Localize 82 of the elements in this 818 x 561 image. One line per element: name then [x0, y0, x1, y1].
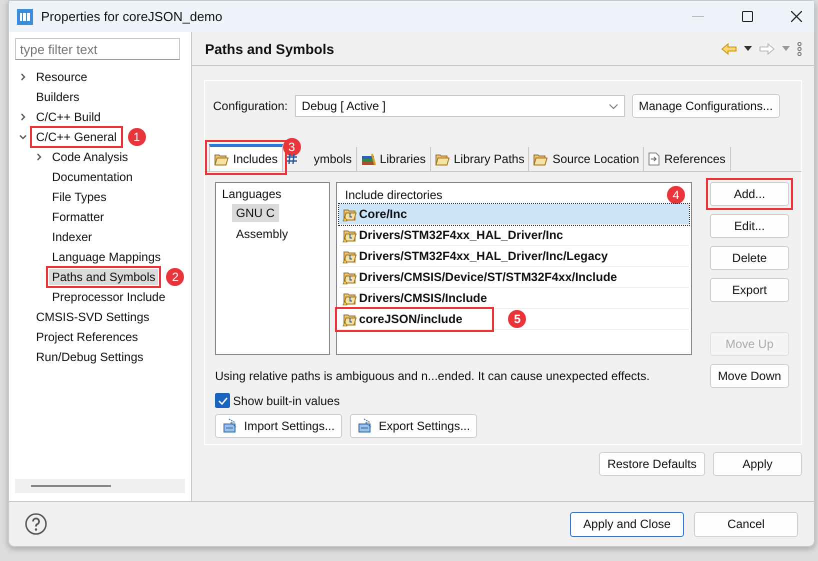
- include-row[interactable]: Drivers/STM32F4xx_HAL_Driver/Inc/Legacy: [339, 246, 689, 267]
- page-button[interactable]: Apply: [713, 452, 802, 476]
- page-title: Paths and Symbols: [205, 40, 334, 56]
- books-icon: [360, 152, 376, 166]
- dialog-button[interactable]: Apply and Close: [570, 512, 684, 536]
- list-action-button[interactable]: Add...: [710, 182, 789, 206]
- tree-item[interactable]: Resource: [33, 69, 90, 85]
- hash-icon: [286, 153, 297, 165]
- chevron-down-icon: [608, 104, 618, 108]
- scrollbar[interactable]: [15, 479, 185, 493]
- include-row[interactable]: Drivers/CMSIS/Include: [339, 288, 689, 309]
- include-row[interactable]: coreJSON/include 5: [339, 309, 689, 330]
- language-item[interactable]: GNU C: [232, 204, 279, 222]
- import-settings-button[interactable]: Import Settings...: [215, 414, 342, 438]
- tree-item[interactable]: Formatter: [49, 209, 108, 225]
- callout-badge: 5: [508, 310, 526, 328]
- checkbox-label: Show built-in values: [233, 394, 340, 408]
- include-folder-icon: [341, 206, 357, 222]
- include-path: Drivers/CMSIS/Include: [359, 291, 488, 305]
- configuration-dropdown[interactable]: Debug [ Active ]: [294, 95, 625, 117]
- include-folder-icon: [341, 248, 357, 264]
- page-button[interactable]: Restore Defaults: [599, 452, 705, 476]
- tree-item[interactable]: Documentation: [49, 169, 136, 185]
- manage-configurations-button[interactable]: Manage Configurations...: [632, 94, 780, 118]
- list-heading: Languages: [222, 187, 282, 201]
- tab[interactable]: Includes: [209, 144, 283, 171]
- include-path: Core/Inc: [359, 207, 408, 221]
- warning-text: Using relative paths is ambiguous and n...ended. It can cause unexpected effects.: [215, 369, 650, 383]
- list-action-button[interactable]: Delete: [710, 246, 789, 270]
- callout-badge: 2: [166, 268, 184, 286]
- include-folder-icon: [341, 312, 357, 326]
- dropdown-caret-icon[interactable]: [744, 46, 752, 51]
- tree-item[interactable]: CMSIS-SVD Settings: [33, 309, 152, 325]
- app-icon: [17, 8, 33, 24]
- help-icon[interactable]: [25, 513, 47, 535]
- include-folder-icon: [341, 228, 357, 242]
- include-path: Drivers/STM32F4xx_HAL_Driver/Inc/Legacy: [359, 249, 608, 263]
- tree-item[interactable]: C/C++ General: [33, 129, 120, 145]
- language-item[interactable]: Assembly: [232, 225, 292, 243]
- folder-icon: [214, 152, 229, 166]
- include-row[interactable]: Drivers/STM32F4xx_HAL_Driver/Inc: [339, 225, 689, 246]
- list-action-button[interactable]: Move Down: [710, 364, 789, 388]
- callout-badge: 1: [128, 128, 146, 146]
- tree-item[interactable]: Code Analysis: [49, 149, 132, 165]
- tree-item[interactable]: Project References: [33, 329, 142, 345]
- more-icon[interactable]: [797, 42, 802, 56]
- tree-item[interactable]: Language Mappings: [49, 249, 164, 265]
- dialog-button[interactable]: Cancel: [694, 512, 798, 536]
- include-path: Drivers/CMSIS/Device/ST/STM32F4xx/Include: [359, 270, 618, 284]
- callout-badge: 3: [282, 138, 301, 156]
- close-icon[interactable]: [791, 11, 802, 22]
- expanded-chevron-icon[interactable]: [19, 133, 27, 141]
- maximize-icon[interactable]: [742, 11, 753, 22]
- checkbox[interactable]: [215, 393, 230, 408]
- tree-item[interactable]: Paths and Symbols: [49, 269, 158, 285]
- window-title: Properties for coreJSON_demo: [41, 9, 222, 24]
- document-icon: [648, 152, 660, 166]
- collapsed-chevron-icon[interactable]: [35, 153, 43, 161]
- tree-item[interactable]: C/C++ Build: [33, 109, 104, 125]
- tree-item[interactable]: Indexer: [49, 229, 96, 245]
- folder-icon: [533, 152, 548, 166]
- include-path: Drivers/STM32F4xx_HAL_Driver/Inc: [359, 228, 564, 242]
- tree-item[interactable]: Preprocessor Include: [49, 289, 168, 305]
- include-folder-icon: [341, 290, 357, 306]
- checkmark-icon: [218, 396, 228, 404]
- list-action-button[interactable]: Edit...: [710, 214, 789, 238]
- list-action-button[interactable]: Export: [710, 278, 789, 302]
- tree-item[interactable]: Builders: [33, 89, 82, 105]
- include-path: coreJSON/include: [359, 312, 462, 326]
- collapsed-chevron-icon[interactable]: [19, 113, 27, 121]
- list-heading: Include directories: [345, 188, 442, 202]
- collapsed-chevron-icon[interactable]: [19, 73, 27, 81]
- callout-badge: 4: [667, 186, 685, 204]
- include-folder-icon: [341, 270, 357, 284]
- include-row[interactable]: Core/Inc: [339, 204, 689, 225]
- include-row[interactable]: Drivers/CMSIS/Device/ST/STM32F4xx/Include: [339, 267, 689, 288]
- configuration-label: Configuration:: [213, 99, 288, 113]
- folder-icon: [434, 152, 450, 166]
- filter-field[interactable]: type filter text: [15, 38, 180, 60]
- export-settings-button[interactable]: Export Settings...: [350, 414, 478, 438]
- tree-item[interactable]: Run/Debug Settings: [33, 349, 146, 365]
- tree-item[interactable]: File Types: [49, 189, 110, 205]
